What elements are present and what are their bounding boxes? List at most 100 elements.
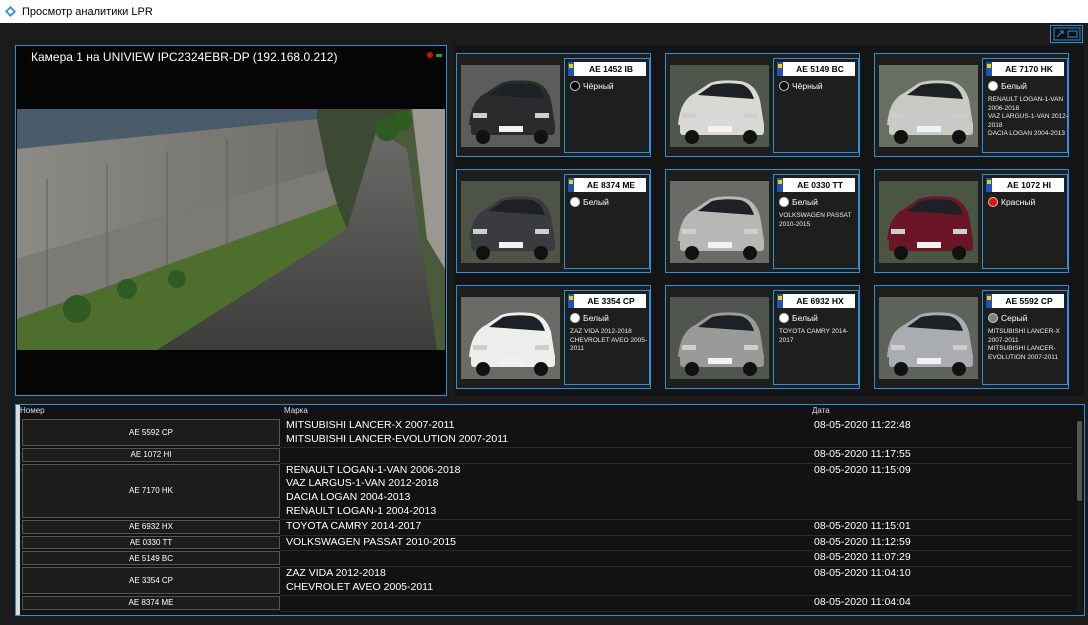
license-plate: AE 1452 IB	[568, 62, 646, 76]
table-row[interactable]: AE 0330 TT VOLKSWAGEN PASSAT 2010-2015 0…	[20, 535, 1072, 552]
vehicle-photo	[879, 297, 978, 379]
plate-cell: AE 5149 BC	[22, 551, 280, 565]
ua-flag-icon	[777, 294, 783, 308]
vehicle-photo	[461, 65, 560, 147]
table-row[interactable]: AE 7170 HK RENAULT LOGAN-1-VAN 2006-2018…	[20, 463, 1072, 520]
table-row[interactable]: AE 5149 BC 08-05-2020 11:07:29	[20, 551, 1072, 567]
recognition-card[interactable]: AE 6932 HX Белый TOYOTA CAMRY 2014-2017	[665, 285, 860, 389]
color-swatch-icon	[988, 81, 998, 91]
plate-number: AE 1452 IB	[589, 64, 633, 74]
plate-number: AE 0330 TT	[797, 180, 843, 190]
recognition-card[interactable]: AE 1072 HI Красный	[874, 169, 1069, 273]
vehicle-color: Чёрный	[570, 81, 614, 91]
column-header-model[interactable]: Марка	[284, 406, 308, 415]
column-header-date[interactable]: Дата	[812, 406, 830, 415]
ua-flag-icon	[777, 178, 783, 192]
color-name: Белый	[792, 313, 818, 323]
license-plate: AE 6932 HX	[777, 294, 855, 308]
vehicle-color: Белый	[570, 313, 609, 323]
plate-cell: AE 1072 HI	[22, 448, 280, 462]
license-plate: AE 0330 TT	[777, 178, 855, 192]
layout-toggle-button[interactable]	[1050, 25, 1083, 43]
recognition-card[interactable]: AE 3354 CP Белый ZAZ VIDA 2012-2018 CHEV…	[456, 285, 651, 389]
color-swatch-icon	[570, 81, 580, 91]
date-cell: 08-05-2020 11:15:09	[814, 463, 911, 476]
vehicle-models: MITSUBISHI LANCER-X 2007-2011 MITSUBISHI…	[988, 328, 1060, 361]
plate-number: AE 7170 HK	[1005, 64, 1053, 74]
date-cell: 08-05-2020 11:04:04	[814, 596, 911, 609]
table-row[interactable]: AE 1072 HI 08-05-2020 11:17:55	[20, 448, 1072, 464]
vehicle-color: Серый	[988, 313, 1027, 323]
vehicle-color: Белый	[779, 313, 818, 323]
recognition-card[interactable]: AE 8374 ME Белый	[456, 169, 651, 273]
recognition-info: AE 6932 HX Белый TOYOTA CAMRY 2014-2017	[773, 290, 859, 385]
table-row[interactable]: AE 6932 HX TOYOTA CAMRY 2014-2017 08-05-…	[20, 520, 1072, 536]
results-table: Номер Марка Дата AE 5592 CP MITSUBISHI L…	[15, 404, 1085, 616]
ua-flag-icon	[986, 62, 992, 76]
model-cell: TOYOTA CAMRY 2014-2017	[286, 520, 422, 533]
table-row[interactable]: AE 5592 CP MITSUBISHI LANCER-X 2007-2011…	[20, 419, 1072, 448]
plate-number: AE 5592 CP	[1005, 296, 1053, 306]
vehicle-color: Белый	[570, 197, 609, 207]
date-cell: 08-05-2020 11:15:01	[814, 520, 911, 533]
license-plate: AE 8374 ME	[568, 178, 646, 192]
plate-number: AE 6932 HX	[796, 296, 844, 306]
color-swatch-icon	[988, 313, 998, 323]
scrollbar-thumb[interactable]	[1077, 421, 1082, 501]
live-indicator-icon	[436, 53, 442, 57]
color-swatch-icon	[570, 197, 580, 207]
color-name: Чёрный	[583, 81, 614, 91]
color-name: Чёрный	[792, 81, 823, 91]
ua-flag-icon	[568, 294, 574, 308]
camera-title: Камера 1 на UNIVIEW IPC2324EBR-DP (192.1…	[31, 50, 338, 64]
plate-cell: AE 3354 CP	[22, 567, 280, 595]
vehicle-photo	[670, 65, 769, 147]
recognition-card[interactable]: AE 5592 CP Серый MITSUBISHI LANCER-X 200…	[874, 285, 1069, 389]
vehicle-color: Красный	[988, 197, 1035, 207]
license-plate: AE 3354 CP	[568, 294, 646, 308]
vehicle-photo	[879, 181, 978, 263]
color-name: Белый	[792, 197, 818, 207]
camera-status	[427, 52, 442, 58]
recognition-card[interactable]: AE 1452 IB Чёрный	[456, 53, 651, 157]
color-name: Белый	[583, 197, 609, 207]
plate-number: AE 3354 CP	[587, 296, 635, 306]
vehicle-color: Чёрный	[779, 81, 823, 91]
window-title: Просмотр аналитики LPR	[22, 5, 153, 18]
plate-number: AE 1072 HI	[1007, 180, 1051, 190]
table-row[interactable]: AE 3354 CP ZAZ VIDA 2012-2018 CHEVROLET …	[20, 567, 1072, 596]
recognition-info: AE 1452 IB Чёрный	[564, 58, 650, 153]
model-cell: RENAULT LOGAN-1-VAN 2006-2018 VAZ LARGUS…	[286, 463, 461, 517]
date-cell: 08-05-2020 11:07:29	[814, 551, 911, 564]
vehicle-models: TOYOTA CAMRY 2014-2017	[779, 328, 849, 344]
ua-flag-icon	[986, 178, 992, 192]
recognition-card[interactable]: AE 7170 HK Белый RENAULT LOGAN-1-VAN 200…	[874, 53, 1069, 157]
date-cell: 08-05-2020 11:17:55	[814, 448, 911, 461]
recognition-card[interactable]: AE 5149 BC Чёрный	[665, 53, 860, 157]
recognition-info: AE 5592 CP Серый MITSUBISHI LANCER-X 200…	[982, 290, 1068, 385]
vertical-scrollbar[interactable]	[1077, 421, 1082, 611]
plate-cell: AE 0330 TT	[22, 535, 280, 550]
ua-flag-icon	[986, 294, 992, 308]
date-cell: 08-05-2020 11:22:48	[814, 419, 911, 431]
date-cell: 08-05-2020 11:04:10	[814, 567, 911, 579]
table-row[interactable]: AE 8374 ME 08-05-2020 11:04:04	[20, 596, 1072, 612]
recognition-info: AE 0330 TT Белый VOLKSWAGEN PASSAT 2010-…	[773, 174, 859, 269]
column-header-plate[interactable]: Номер	[20, 406, 45, 415]
app-icon	[5, 6, 16, 17]
ua-flag-icon	[568, 62, 574, 76]
vehicle-photo	[670, 297, 769, 379]
recognition-card[interactable]: AE 0330 TT Белый VOLKSWAGEN PASSAT 2010-…	[665, 169, 860, 273]
plate-number: AE 5149 BC	[796, 64, 844, 74]
license-plate: AE 5149 BC	[777, 62, 855, 76]
recognition-info: AE 3354 CP Белый ZAZ VIDA 2012-2018 CHEV…	[564, 290, 650, 385]
vehicle-photo	[879, 65, 978, 147]
vehicle-photo	[461, 297, 560, 379]
camera-view[interactable]: Камера 1 на UNIVIEW IPC2324EBR-DP (192.1…	[15, 45, 447, 396]
plate-cell: AE 7170 HK	[22, 463, 280, 519]
ua-flag-icon	[568, 178, 574, 192]
vehicle-photo	[670, 181, 769, 263]
recognition-info: AE 7170 HK Белый RENAULT LOGAN-1-VAN 200…	[982, 58, 1068, 153]
color-name: Белый	[1001, 81, 1027, 91]
recognition-info: AE 1072 HI Красный	[982, 174, 1068, 269]
